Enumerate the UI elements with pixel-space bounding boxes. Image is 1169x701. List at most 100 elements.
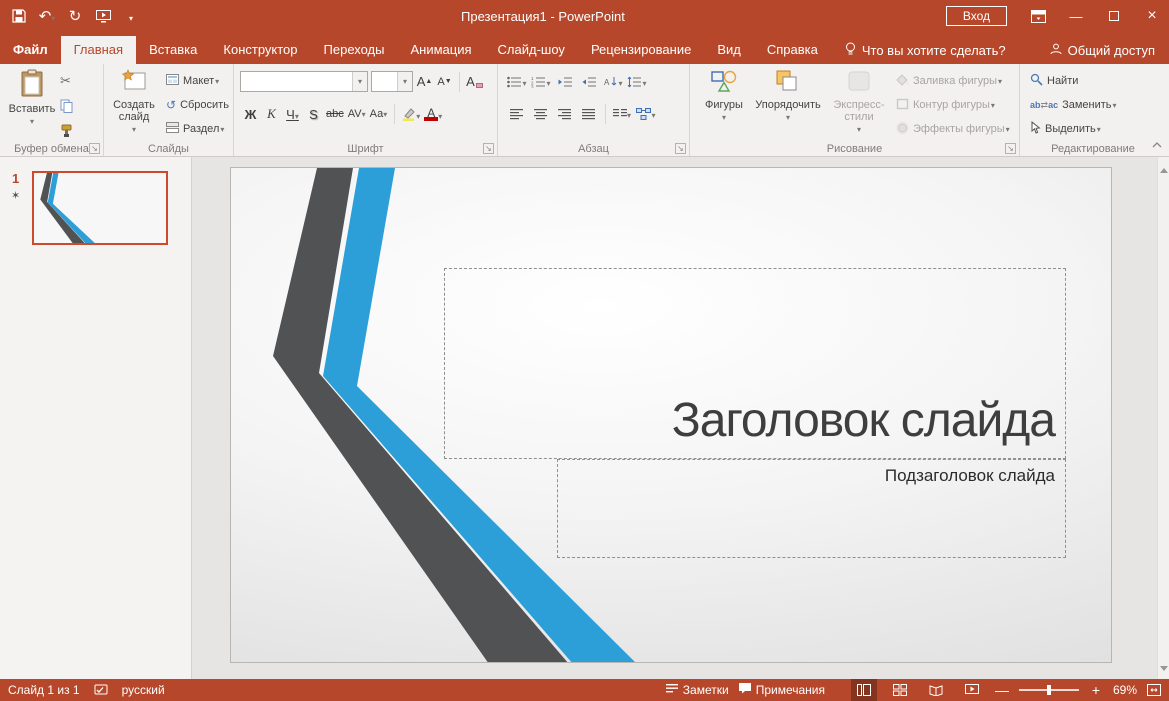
paste-button[interactable]: Вставить [8, 69, 56, 128]
view-slide-sorter-button[interactable] [887, 679, 913, 701]
notes-button[interactable]: Заметки [666, 683, 729, 697]
slide-subtitle-placeholder[interactable]: Подзаголовок слайда [557, 459, 1066, 558]
select-button[interactable]: Выделить [1030, 118, 1117, 140]
slide-canvas[interactable]: Заголовок слайда Подзаголовок слайда [230, 167, 1112, 663]
slide-title-text: Заголовок слайда [672, 396, 1055, 446]
layout-icon [166, 74, 179, 88]
paragraph-dialog-launcher[interactable] [675, 143, 686, 154]
language-indicator[interactable]: русский [122, 683, 165, 697]
font-color-button[interactable]: А [424, 104, 442, 124]
qat-customize-icon[interactable] [122, 7, 140, 25]
columns-button[interactable] [611, 104, 633, 124]
zoom-slider-thumb[interactable] [1047, 685, 1051, 695]
view-normal-button[interactable] [851, 679, 877, 701]
convert-smartart-button[interactable] [635, 104, 657, 124]
shape-outline-button[interactable]: Контур фигуры [896, 94, 1010, 116]
tab-insert[interactable]: Вставка [136, 36, 210, 64]
tell-me-box[interactable]: Что вы хотите сделать? [831, 36, 1020, 64]
bullets-button[interactable] [506, 72, 528, 92]
shape-fill-button[interactable]: Заливка фигуры [896, 70, 1010, 92]
highlight-color-button[interactable] [402, 104, 420, 124]
zoom-in-button[interactable]: + [1089, 682, 1103, 698]
underline-button[interactable]: Ч [284, 104, 301, 124]
tab-transitions[interactable]: Переходы [311, 36, 398, 64]
fit-slide-to-window-button[interactable] [1147, 684, 1161, 696]
tab-home[interactable]: Главная [61, 36, 136, 64]
redo-icon[interactable]: ↻ [66, 7, 84, 25]
view-slideshow-button[interactable] [959, 679, 985, 701]
align-center-button[interactable] [530, 104, 552, 124]
zoom-level[interactable]: 69% [1113, 683, 1137, 697]
view-reading-button[interactable] [923, 679, 949, 701]
share-button[interactable]: Общий доступ [1036, 36, 1169, 64]
decrease-indent-button[interactable] [554, 72, 576, 92]
new-slide-icon [121, 69, 147, 96]
tab-help[interactable]: Справка [754, 36, 831, 64]
font-dialog-launcher[interactable] [483, 143, 494, 154]
arrange-button[interactable]: Упорядочить [754, 69, 822, 124]
align-left-button[interactable] [506, 104, 528, 124]
shapes-button[interactable]: Фигуры [698, 69, 750, 124]
shrink-font-button[interactable]: А▼ [436, 72, 453, 92]
line-spacing-button[interactable] [626, 72, 648, 92]
section-button[interactable]: Раздел [166, 118, 229, 140]
group-font: ▾ ▾ А▲ А▼ А Ж К Ч S abc AV Аа А [234, 64, 498, 156]
tab-view[interactable]: Вид [704, 36, 754, 64]
find-button[interactable]: Найти [1030, 70, 1117, 92]
vertical-scrollbar[interactable] [1157, 157, 1169, 679]
scroll-down-icon[interactable] [1160, 658, 1168, 676]
new-slide-button[interactable]: Создать слайд [108, 69, 160, 136]
replace-button[interactable]: ab⇄ac Заменить [1030, 94, 1117, 116]
undo-icon[interactable]: ↶ [38, 7, 56, 25]
text-direction-button[interactable]: А [602, 72, 624, 92]
text-shadow-button[interactable]: S [305, 104, 322, 124]
character-spacing-button[interactable]: AV [348, 104, 366, 124]
slide-indicator[interactable]: Слайд 1 из 1 [8, 683, 80, 697]
effects-icon [896, 122, 909, 137]
slide-thumbnail[interactable] [32, 171, 168, 245]
comments-button[interactable]: Примечания [739, 683, 825, 697]
numbering-button[interactable]: 123 [530, 72, 552, 92]
close-button[interactable]: × [1135, 0, 1169, 32]
minimize-button[interactable]: — [1059, 0, 1093, 32]
bold-button[interactable]: Ж [242, 104, 259, 124]
tab-design[interactable]: Конструктор [210, 36, 310, 64]
justify-button[interactable] [578, 104, 600, 124]
collapse-ribbon-icon[interactable] [1152, 135, 1162, 153]
start-slideshow-icon[interactable] [94, 7, 112, 25]
clipboard-dialog-launcher[interactable] [89, 143, 100, 154]
grow-font-button[interactable]: А▲ [416, 72, 433, 92]
change-case-button[interactable]: Аа [370, 104, 388, 124]
shape-effects-button[interactable]: Эффекты фигуры [896, 118, 1010, 140]
save-icon[interactable] [10, 7, 28, 25]
format-painter-icon[interactable] [60, 120, 73, 142]
drawing-dialog-launcher[interactable] [1005, 143, 1016, 154]
ribbon-display-options-icon[interactable] [1021, 0, 1055, 32]
slide-title-placeholder[interactable]: Заголовок слайда [444, 268, 1066, 459]
group-clipboard: Вставить ✂ Буфер обмена [0, 64, 104, 156]
tab-file[interactable]: Файл [0, 36, 61, 64]
tab-review[interactable]: Рецензирование [578, 36, 704, 64]
layout-button[interactable]: Макет [166, 70, 229, 92]
clear-formatting-button[interactable]: А [466, 72, 483, 92]
zoom-slider[interactable] [1019, 689, 1079, 691]
zoom-out-button[interactable]: — [995, 682, 1009, 698]
scroll-up-icon[interactable] [1160, 160, 1168, 178]
spellcheck-icon[interactable] [94, 684, 108, 696]
reset-button[interactable]: ↺ Сбросить [166, 94, 229, 116]
group-paragraph: 123 А [498, 64, 690, 156]
strikethrough-button[interactable]: abc [326, 104, 344, 124]
tab-slideshow[interactable]: Слайд-шоу [485, 36, 578, 64]
quick-styles-button[interactable]: Экспресс-стили [828, 69, 890, 136]
signin-button[interactable]: Вход [946, 6, 1007, 26]
italic-button[interactable]: К [263, 104, 280, 124]
font-size-combo[interactable]: ▾ [371, 71, 413, 92]
align-right-button[interactable] [554, 104, 576, 124]
select-cursor-icon [1030, 121, 1041, 137]
increase-indent-button[interactable] [578, 72, 600, 92]
copy-button[interactable] [60, 95, 73, 117]
cut-button[interactable]: ✂ [60, 70, 73, 92]
tab-animations[interactable]: Анимация [398, 36, 485, 64]
font-name-combo[interactable]: ▾ [240, 71, 368, 92]
maximize-button[interactable] [1097, 0, 1131, 32]
